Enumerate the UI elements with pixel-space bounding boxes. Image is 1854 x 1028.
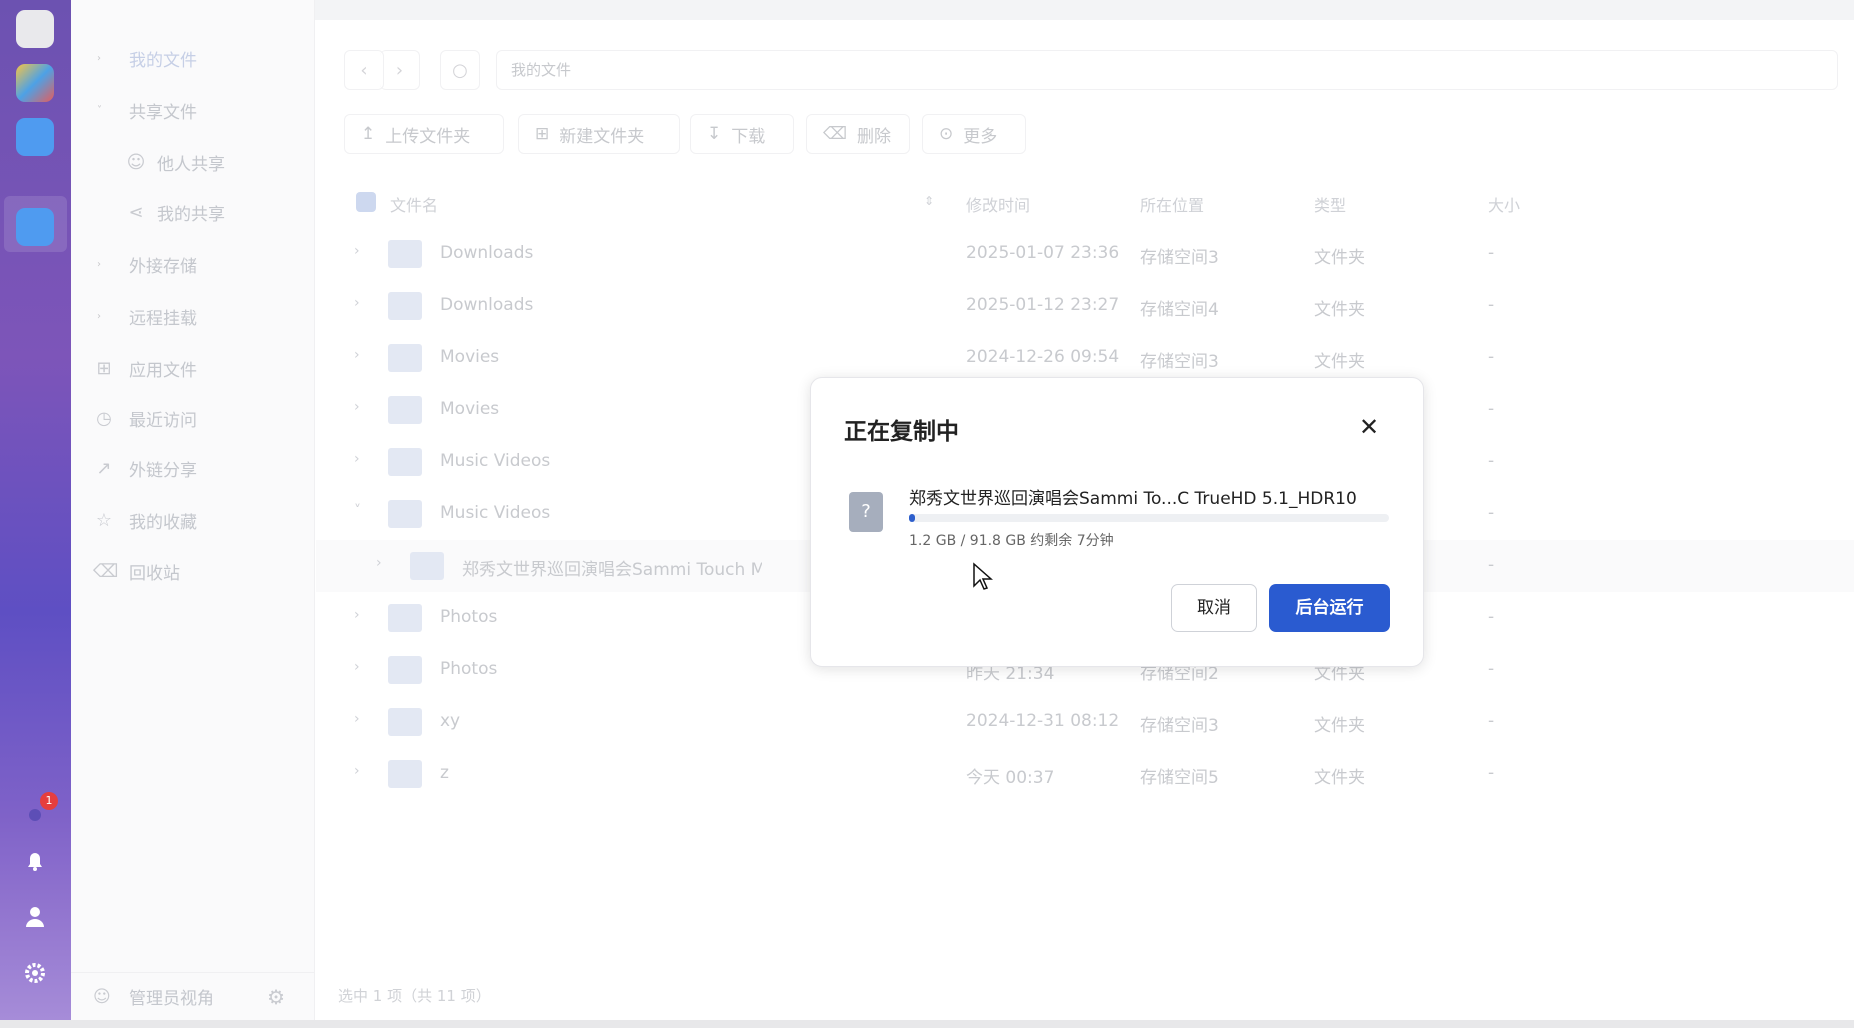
copy-progress-fill: [909, 514, 915, 522]
copying-file-name: 郑秀文世界巡回演唱会Sammi To...C TrueHD 5.1_HDR10: [909, 489, 1357, 509]
cancel-button[interactable]: 取消: [1171, 584, 1257, 632]
copy-progress-dialog: 正在复制中 ✕ ? 郑秀文世界巡回演唱会Sammi To...C TrueHD …: [810, 377, 1424, 667]
copy-progress-info: 1.2 GB / 91.8 GB 约剩余 7分钟: [909, 533, 1114, 549]
close-icon[interactable]: ✕: [1356, 414, 1382, 440]
copy-progress-bar: [909, 514, 1389, 522]
bottom-edge: [0, 1020, 1854, 1028]
mouse-cursor-icon: [972, 562, 994, 596]
dialog-title: 正在复制中: [844, 419, 959, 445]
run-in-background-button[interactable]: 后台运行: [1269, 584, 1390, 632]
unknown-file-icon: ?: [849, 492, 883, 532]
